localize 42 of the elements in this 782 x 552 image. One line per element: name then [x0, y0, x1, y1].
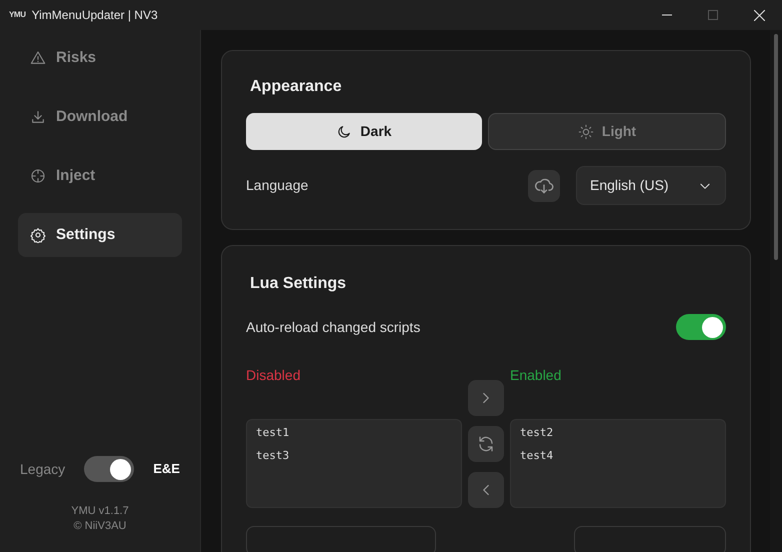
sidebar-item[interactable]: Inject — [18, 154, 182, 198]
crosshair-icon — [30, 168, 46, 184]
partial-button[interactable] — [246, 526, 436, 552]
app-logo: YMU — [9, 9, 26, 21]
sun-icon — [578, 124, 594, 140]
legacy-label: Legacy — [20, 460, 66, 479]
settings-icon — [30, 227, 46, 243]
sidebar-item[interactable]: Download — [18, 95, 182, 139]
script-item[interactable]: test4 — [520, 449, 716, 463]
disabled-label: Disabled — [246, 366, 302, 385]
enhanced-label: E&E — [153, 460, 180, 478]
warning-icon — [30, 50, 46, 66]
close-icon — [754, 10, 764, 20]
script-item[interactable]: test3 — [256, 449, 452, 463]
mode-toggle[interactable] — [84, 456, 134, 482]
language-dropdown[interactable]: English (US) — [576, 166, 726, 205]
sidebar-item[interactable]: Risks — [18, 36, 182, 80]
move-left-button[interactable] — [468, 472, 504, 508]
section-title: Lua Settings — [249, 274, 348, 294]
scrollbar-thumb[interactable] — [774, 34, 778, 260]
theme-button[interactable]: Dark — [246, 113, 482, 150]
maximize-icon — [708, 10, 718, 20]
refresh-icon — [477, 435, 495, 453]
version-text: YMU v1.1.7 — [71, 504, 129, 519]
language-label: Language — [246, 176, 308, 195]
window-title: YimMenuUpdater | NV3 — [32, 7, 158, 24]
credit-text: © NiiV3AU — [74, 519, 126, 534]
moon-icon — [336, 124, 352, 140]
script-item[interactable]: test2 — [520, 426, 716, 440]
move-right-button[interactable] — [468, 380, 504, 416]
refresh-button[interactable] — [468, 426, 504, 462]
download-language-button[interactable] — [528, 170, 560, 202]
auto-reload-toggle[interactable] — [676, 314, 726, 340]
download-icon — [30, 109, 46, 125]
theme-button[interactable]: Light — [488, 113, 726, 150]
partial-button[interactable] — [574, 526, 726, 552]
auto-reload-label: Auto-reload changed scripts — [246, 318, 420, 337]
enabled-label: Enabled — [510, 366, 562, 385]
section-title: Appearance — [249, 77, 343, 97]
script-item[interactable]: test1 — [256, 426, 452, 440]
sidebar-item[interactable]: Settings — [18, 213, 182, 257]
minimize-icon — [662, 14, 672, 16]
